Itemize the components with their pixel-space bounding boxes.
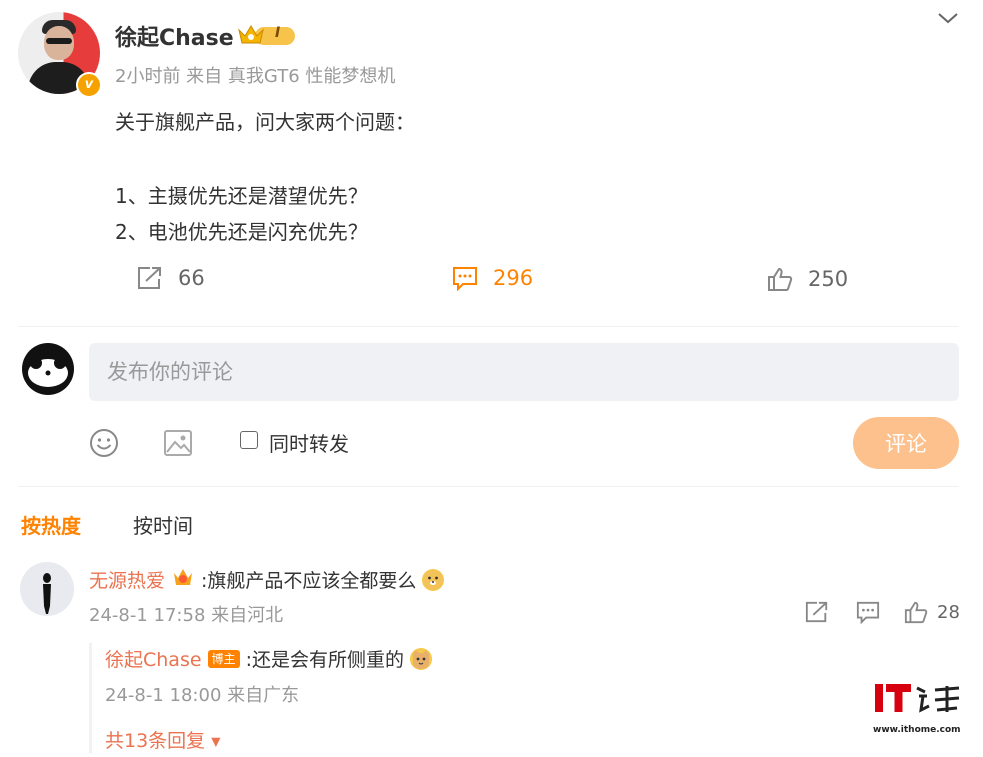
- forward-checkbox[interactable]: [240, 431, 258, 449]
- comment-reply-button[interactable]: [855, 600, 881, 628]
- thumbs-up-icon: [768, 267, 793, 291]
- ithome-logo: [875, 684, 960, 713]
- comment-button[interactable]: 296: [451, 265, 533, 291]
- post-text-line: 2、电池优先还是闪充优先？: [115, 220, 368, 244]
- watermark-url: www.ithome.com: [873, 725, 961, 735]
- divider: [18, 486, 959, 487]
- submit-comment-button[interactable]: 评论: [853, 417, 959, 469]
- repost-count: 66: [178, 266, 205, 290]
- comment-like-button[interactable]: 28: [903, 600, 960, 624]
- divider: [18, 326, 959, 327]
- image-upload-button[interactable]: [163, 428, 193, 462]
- comment-icon: [856, 601, 880, 625]
- comment-repost-button[interactable]: [804, 600, 830, 628]
- image-icon: [164, 430, 192, 456]
- reply-meta: 24-8-1 18:00 来自广东: [105, 685, 300, 706]
- comment-line: 无源热爱 :旗舰产品不应该全都要么: [89, 566, 445, 593]
- chevron-down-icon[interactable]: [936, 10, 960, 30]
- like-count: 250: [808, 267, 849, 291]
- more-replies-label: 共13条回复: [105, 730, 206, 752]
- member-level-icon[interactable]: I: [237, 22, 297, 52]
- reply-thread-bar: [89, 643, 92, 753]
- repost-button[interactable]: 66: [136, 265, 205, 291]
- comment-icon: [453, 267, 477, 291]
- comment-text: :旗舰产品不应该全都要么: [201, 570, 417, 592]
- doge-emoji-icon: [422, 568, 445, 591]
- comment-like-count: 28: [937, 601, 960, 623]
- reply-author-name[interactable]: 徐起Chase: [105, 645, 202, 672]
- like-button[interactable]: 250: [766, 266, 848, 292]
- comment-input[interactable]: [89, 343, 959, 401]
- cat-emoji-icon: [409, 647, 432, 670]
- reply-text: :还是会有所侧重的: [245, 649, 404, 671]
- forward-label[interactable]: 同时转发: [269, 428, 349, 457]
- commenter-name[interactable]: 无源热爱: [89, 566, 165, 593]
- repost-icon: [138, 267, 161, 289]
- caret-down-icon: ▼: [211, 734, 221, 749]
- commenter-avatar[interactable]: [20, 562, 74, 616]
- post-text-line: 关于旗舰产品，问大家两个问题：: [115, 110, 415, 134]
- smiley-icon: [90, 429, 118, 457]
- post-meta: 2小时前 来自 真我GT6 性能梦想机: [115, 66, 396, 87]
- view-more-replies-link[interactable]: 共13条回复 ▼: [105, 726, 220, 753]
- verified-badge-icon: v: [76, 72, 102, 98]
- comment-count: 296: [493, 266, 534, 290]
- fan-badge-icon[interactable]: [171, 566, 195, 593]
- site-watermark: www.ithome.com: [873, 682, 969, 735]
- member-level-label: I: [275, 25, 281, 41]
- emoji-picker-button[interactable]: [89, 428, 119, 462]
- current-user-avatar[interactable]: [22, 343, 74, 395]
- thumbs-up-icon: [904, 601, 928, 624]
- author-name[interactable]: 徐起Chase: [115, 20, 234, 52]
- tab-sort-by-time[interactable]: 按时间: [133, 510, 193, 539]
- author-badge: 博主: [207, 649, 240, 668]
- tab-sort-by-hot[interactable]: 按热度: [21, 510, 81, 539]
- reply-line: 徐起Chase 博主 :还是会有所侧重的: [105, 645, 432, 672]
- comment-meta: 24-8-1 17:58 来自河北: [89, 605, 284, 626]
- post-text-line: 1、主摄优先还是潜望优先？: [115, 184, 368, 208]
- repost-icon: [805, 601, 828, 623]
